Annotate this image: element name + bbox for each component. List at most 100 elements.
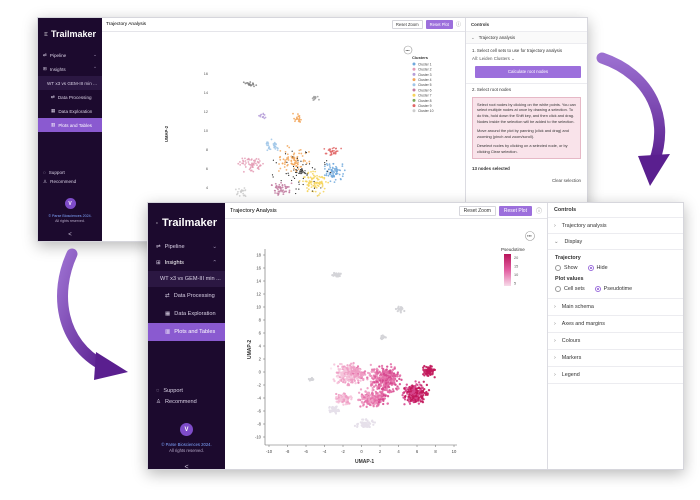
nav-data-processing[interactable]: ⇄ Data Processing: [148, 287, 225, 305]
legend-item[interactable]: Cluster 7: [418, 94, 432, 98]
trajectory-node[interactable]: [297, 160, 299, 162]
trajectory-node[interactable]: [304, 170, 306, 172]
trajectory-node[interactable]: [304, 172, 306, 174]
trajectory-node[interactable]: [311, 167, 314, 169]
trajectory-node[interactable]: [299, 171, 301, 173]
trajectory-node[interactable]: [286, 161, 288, 163]
avatar[interactable]: V: [180, 423, 193, 436]
trajectory-node[interactable]: [295, 174, 298, 176]
trajectory-node[interactable]: [300, 170, 302, 172]
brand[interactable]: Trailmaker: [38, 18, 102, 42]
trajectory-node[interactable]: [308, 163, 311, 165]
nav-insights[interactable]: ⊞ Insights ⌃: [38, 62, 102, 76]
nav-pipeline[interactable]: ⇌ Pipeline ⌄: [148, 239, 225, 255]
reset-zoom-button[interactable]: Reset Zoom: [391, 20, 423, 29]
pseudotime-radio[interactable]: [594, 286, 601, 292]
legend-section[interactable]: › Legend: [548, 367, 683, 384]
trajectory-node[interactable]: [320, 187, 322, 189]
trajectory-node[interactable]: [297, 167, 299, 169]
brand[interactable]: Trailmaker: [148, 203, 225, 233]
trajectory-node[interactable]: [293, 177, 296, 179]
trajectory-node[interactable]: [296, 169, 298, 172]
trajectory-node[interactable]: [326, 160, 328, 162]
axes-margins-section[interactable]: › Axes and margins: [548, 316, 683, 333]
nav-plots-tables[interactable]: ▥ Plots and Tables: [38, 118, 102, 132]
trajectory-node[interactable]: [300, 173, 302, 175]
trajectory-node[interactable]: [305, 151, 308, 154]
reset-zoom-button[interactable]: Reset Zoom: [458, 205, 496, 216]
trajectory-node[interactable]: [302, 170, 304, 172]
nav-data-exploration[interactable]: ▦ Data Exploration: [38, 104, 102, 118]
front-umap-plot[interactable]: ••• 181614121086420-2-4-6-8-10 -10 -8 -6 -4…: [225, 219, 549, 469]
trajectory-node[interactable]: [330, 171, 332, 174]
display-section[interactable]: ⌄ Display: [548, 234, 683, 250]
trajectory-node[interactable]: [291, 179, 293, 182]
nav-support[interactable]: ◌ Support: [148, 385, 225, 396]
nav-plots-tables[interactable]: ▥ Plots and Tables: [148, 323, 225, 341]
trajectory-node[interactable]: [305, 163, 307, 166]
trajectory-node[interactable]: [291, 150, 293, 152]
collapse-button[interactable]: <: [38, 232, 102, 238]
nav-data-processing[interactable]: ⇄ Data Processing: [38, 90, 102, 104]
legend-item[interactable]: Cluster 5: [418, 83, 432, 87]
trajectory-node[interactable]: [298, 181, 300, 183]
trajectory-node[interactable]: [298, 183, 300, 185]
colours-section[interactable]: › Colours: [548, 333, 683, 350]
trajectory-node[interactable]: [302, 177, 304, 180]
trajectory-node[interactable]: [306, 173, 308, 175]
trajectory-node[interactable]: [295, 171, 297, 174]
trajectory-node[interactable]: [311, 190, 314, 192]
nav-data-exploration[interactable]: ▦ Data Exploration: [148, 305, 225, 323]
trajectory-node[interactable]: [272, 159, 274, 161]
legend-item[interactable]: Cluster 6: [418, 88, 432, 92]
legend-item[interactable]: Cluster 8: [418, 99, 432, 103]
nav-recommend[interactable]: ♙ Recommend: [38, 177, 102, 186]
nav-insights[interactable]: ⊞ Insights ⌃: [148, 255, 225, 271]
cell-set-select[interactable]: All: Leiden Clusters ⌄: [472, 56, 581, 62]
show-radio[interactable]: [555, 265, 561, 271]
legend-item[interactable]: Cluster 3: [418, 73, 432, 77]
markers-section[interactable]: › Markers: [548, 350, 683, 367]
trajectory-node[interactable]: [313, 187, 316, 189]
trajectory-node[interactable]: [275, 162, 277, 164]
reset-plot-button[interactable]: Reset Plot: [498, 205, 532, 216]
trajectory-node[interactable]: [327, 170, 329, 172]
trajectory-node[interactable]: [295, 192, 297, 195]
collapse-button[interactable]: <: [148, 464, 225, 469]
legend-item[interactable]: Cluster 4: [418, 78, 432, 82]
legend-item[interactable]: Cluster 9: [418, 104, 432, 108]
trajectory-analysis-section[interactable]: ⌄ Trajectory analysis: [466, 32, 587, 44]
info-icon[interactable]: ⓘ: [536, 206, 542, 215]
nav-recommend[interactable]: ♙ Recommend: [148, 396, 225, 407]
legend-item[interactable]: Cluster 10: [418, 109, 434, 113]
legend-item[interactable]: Cluster 1: [418, 62, 432, 66]
trajectory-node[interactable]: [292, 165, 295, 168]
trajectory-node[interactable]: [314, 168, 316, 170]
calculate-root-nodes-button[interactable]: Calculate root nodes: [475, 65, 581, 79]
trajectory-node[interactable]: [293, 169, 295, 171]
trajectory-node[interactable]: [324, 163, 326, 166]
trajectory-node[interactable]: [296, 171, 298, 174]
trajectory-node[interactable]: [300, 160, 302, 162]
trajectory-node[interactable]: [292, 156, 294, 158]
nav-experiment[interactable]: WT x3 vs GEM-III min ...: [148, 271, 225, 287]
trajectory-node[interactable]: [301, 167, 303, 170]
trajectory-node[interactable]: [306, 174, 308, 176]
reset-plot-button[interactable]: Reset Plot: [425, 20, 453, 29]
main-schema-section[interactable]: › Main schema: [548, 299, 683, 316]
clear-selection-button[interactable]: Clear selection: [472, 178, 581, 184]
avatar[interactable]: V: [64, 198, 76, 209]
cell-sets-radio[interactable]: [555, 286, 561, 292]
trajectory-node[interactable]: [302, 164, 304, 166]
trajectory-node[interactable]: [295, 168, 297, 171]
trajectory-node[interactable]: [296, 157, 299, 159]
legend-item[interactable]: Cluster 2: [418, 68, 432, 72]
trajectory-node[interactable]: [298, 188, 300, 190]
trajectory-node[interactable]: [287, 172, 289, 174]
trajectory-node[interactable]: [272, 176, 274, 178]
trajectory-node[interactable]: [313, 180, 315, 183]
trajectory-node[interactable]: [288, 174, 290, 176]
trajectory-node[interactable]: [324, 162, 326, 164]
trajectory-node[interactable]: [295, 188, 297, 190]
hide-radio[interactable]: [587, 265, 594, 271]
